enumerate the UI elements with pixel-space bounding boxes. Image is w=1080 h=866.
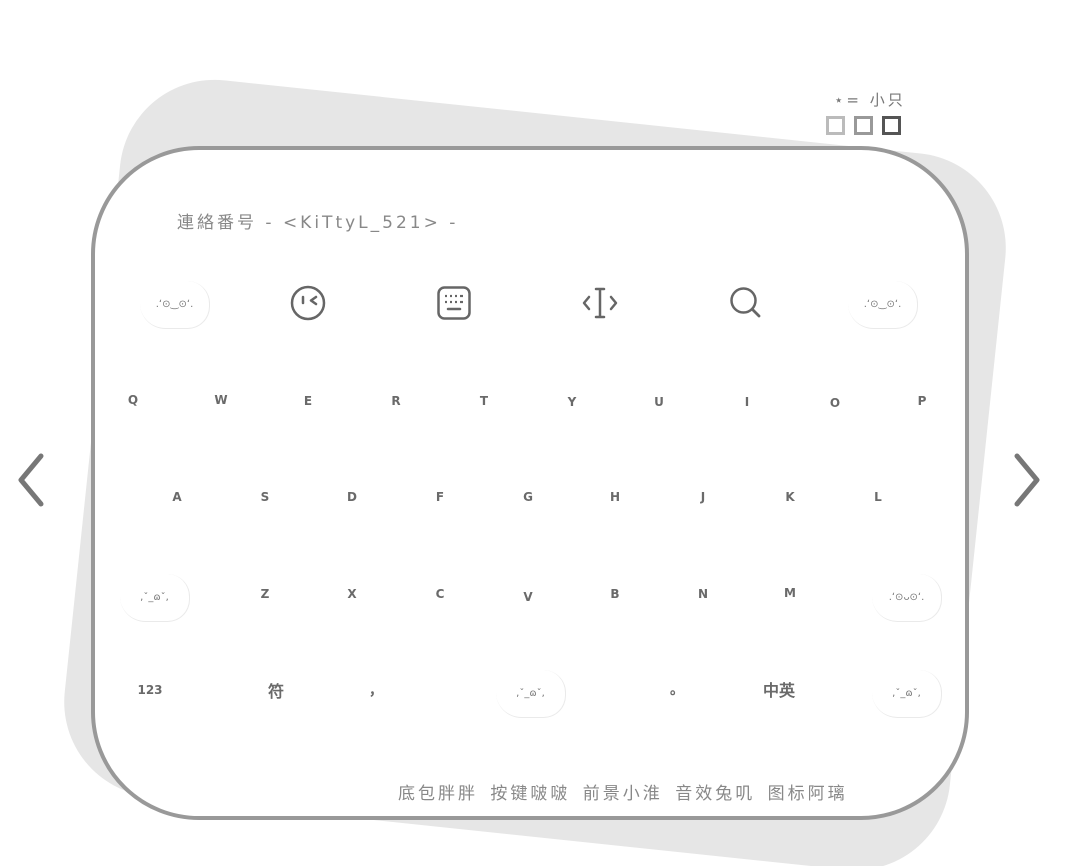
search-icon [730, 287, 761, 318]
color-option-medium[interactable] [854, 116, 873, 135]
key-g[interactable]: G [508, 482, 548, 512]
next-arrow[interactable] [1008, 450, 1048, 510]
key-i[interactable]: I [727, 387, 767, 417]
key-t[interactable]: T [464, 386, 504, 416]
language-switch-key[interactable]: 中英 [754, 674, 804, 704]
contact-line: 連絡番号 - <KiTtyL_521> - [177, 213, 459, 233]
key-f[interactable]: F [420, 482, 460, 512]
chevron-right-icon [1014, 453, 1040, 507]
credits-line: 底包胖胖 按键啵啵 前景小淮 音效兔叽 图标阿璃 [398, 784, 848, 804]
key-c[interactable]: C [420, 579, 460, 609]
period-key[interactable]: 。 [657, 674, 697, 704]
author-label: ⋆= 小只 [834, 91, 906, 109]
symbols-key[interactable]: 符 [256, 675, 296, 705]
keyboard-icon [437, 286, 471, 320]
space-kaomoji-key[interactable]: ,ˇ_ɷˇ, [496, 670, 566, 718]
key-x[interactable]: X [332, 579, 372, 609]
key-b[interactable]: B [595, 579, 635, 609]
emoji-face-icon [290, 285, 326, 321]
comma-key[interactable]: ， [356, 675, 396, 705]
key-h[interactable]: H [595, 482, 635, 512]
search-button[interactable] [716, 281, 776, 325]
color-option-dark[interactable] [882, 116, 901, 135]
key-k[interactable]: K [770, 482, 810, 512]
shift-kaomoji-key[interactable]: ,ˇ_ɷˇ, [120, 574, 190, 622]
key-m[interactable]: M [770, 578, 810, 608]
chevron-left-icon [18, 453, 44, 507]
key-z[interactable]: Z [245, 579, 285, 609]
key-l[interactable]: L [858, 482, 898, 512]
key-q[interactable]: Q [113, 385, 153, 415]
key-d[interactable]: D [332, 482, 372, 512]
key-w[interactable]: W [201, 385, 241, 415]
key-n[interactable]: N [683, 579, 723, 609]
emoji-button[interactable] [278, 281, 338, 325]
key-o[interactable]: O [815, 388, 855, 418]
skin-color-options [826, 116, 901, 135]
key-s[interactable]: S [245, 482, 285, 512]
key-y[interactable]: Y [552, 387, 592, 417]
enter-kaomoji-key[interactable]: ,ˇ_ɷˇ, [872, 670, 942, 718]
keyboard-button[interactable] [424, 281, 484, 325]
numbers-key[interactable]: 123 [130, 675, 170, 705]
key-e[interactable]: E [288, 386, 328, 416]
backspace-kaomoji-key[interactable]: .ʻ⊙ᴗ⊙ʻ. [872, 574, 942, 622]
key-v[interactable]: V [508, 582, 548, 612]
kaomoji-button-left[interactable]: .ʻ⊙‿⊙ʻ. [140, 281, 210, 329]
key-r[interactable]: R [376, 386, 416, 416]
key-u[interactable]: U [639, 387, 679, 417]
key-a[interactable]: A [157, 482, 197, 512]
kaomoji-button-right[interactable]: .ʻ⊙‿⊙ʻ. [848, 281, 918, 329]
prev-arrow[interactable] [10, 450, 50, 510]
cursor-icon [582, 287, 618, 319]
key-j[interactable]: J [683, 482, 723, 512]
color-option-light[interactable] [826, 116, 845, 135]
key-p[interactable]: P [902, 386, 942, 416]
cursor-button[interactable] [570, 281, 630, 325]
